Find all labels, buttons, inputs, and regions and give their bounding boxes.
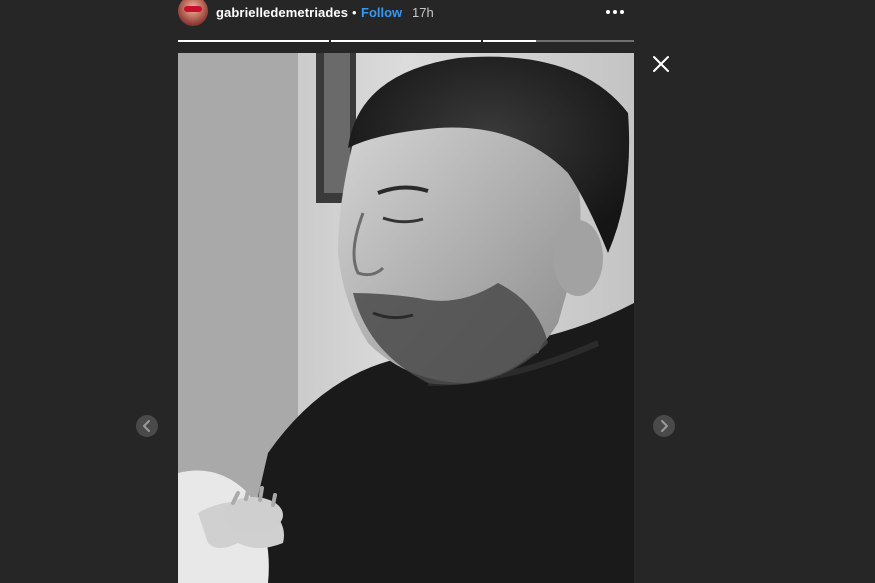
follow-button[interactable]: Follow: [361, 5, 402, 20]
story-image[interactable]: [178, 53, 634, 583]
separator-dot: •: [352, 5, 357, 20]
more-options-icon[interactable]: [604, 0, 626, 30]
avatar[interactable]: [178, 0, 208, 26]
progress-segment: [178, 40, 329, 42]
chevron-right-icon[interactable]: [653, 415, 675, 437]
progress-segment: [330, 40, 482, 42]
story-header: gabrielledemetriades • Follow 17h: [178, 0, 634, 28]
story-viewer: gabrielledemetriades • Follow 17h: [0, 0, 875, 583]
progress-segment: [483, 40, 635, 42]
story-progress: [178, 40, 635, 42]
chevron-left-icon[interactable]: [136, 415, 158, 437]
timestamp: 17h: [412, 5, 434, 20]
username-link[interactable]: gabrielledemetriades: [216, 5, 348, 20]
story-photo: [178, 53, 634, 583]
close-icon[interactable]: [650, 53, 672, 75]
